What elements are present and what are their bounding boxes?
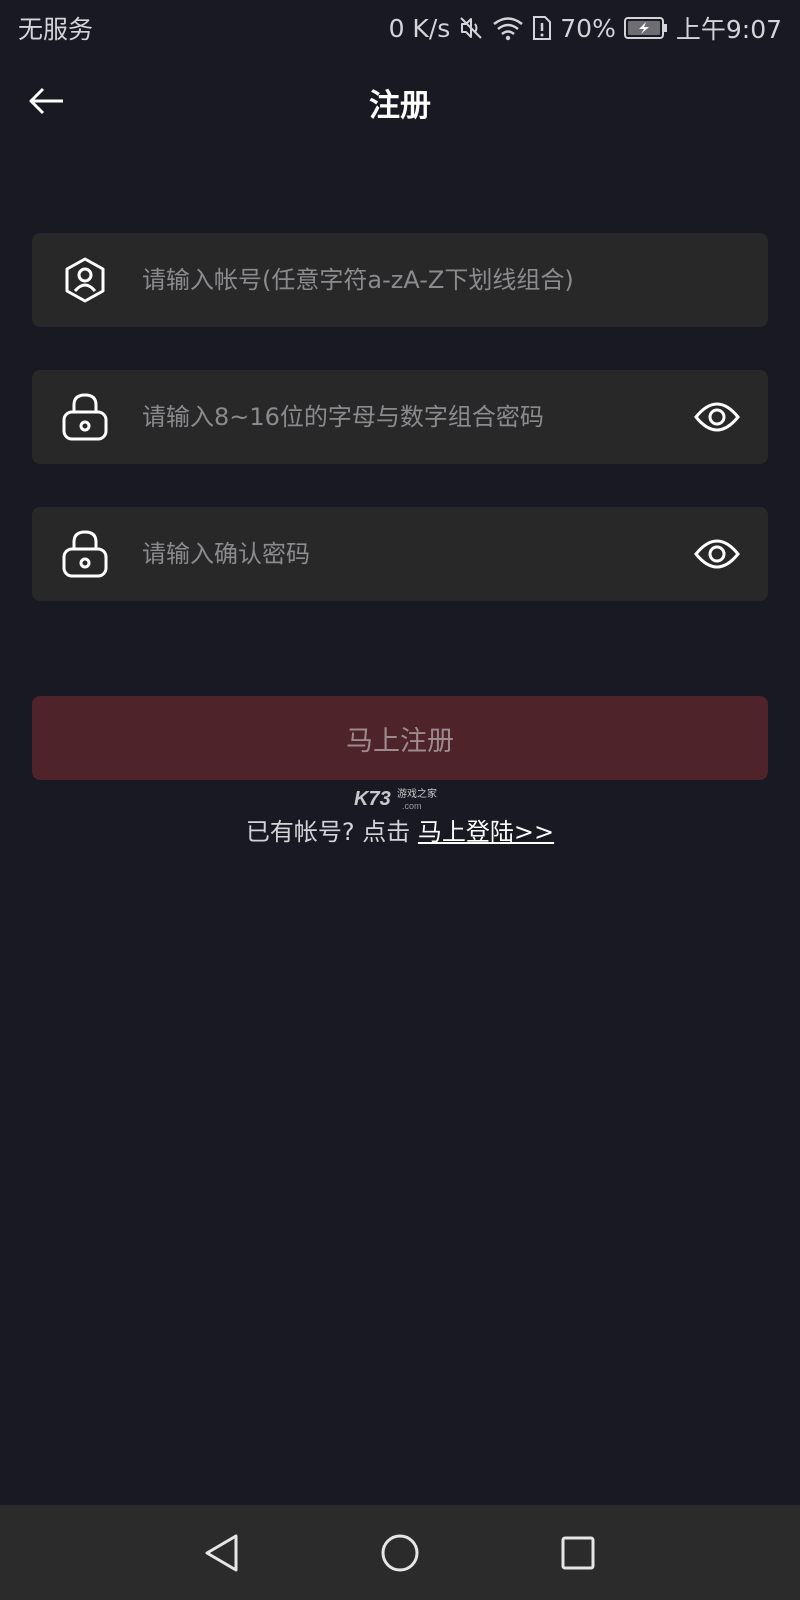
eye-icon: [694, 539, 740, 569]
battery-percent: 70%: [560, 13, 616, 43]
svg-text:.com: .com: [402, 801, 422, 811]
confirm-password-visibility-toggle[interactable]: [692, 529, 742, 579]
sim-alert-icon: [532, 15, 552, 41]
lock-icon: [60, 392, 110, 442]
carrier-label: 无服务: [18, 15, 94, 44]
battery-charging-icon: [623, 16, 668, 40]
confirm-password-field: [32, 507, 768, 601]
lock-icon: [60, 529, 110, 579]
nav-recents-icon: [561, 1536, 595, 1570]
nav-home-icon: [381, 1534, 419, 1572]
status-bar: 无服务 0 K/s 70% 上午9:07: [0, 0, 800, 56]
svg-text:游戏之家: 游戏之家: [397, 787, 437, 800]
page-title: 注册: [369, 88, 431, 124]
password-field: [32, 370, 768, 464]
nav-back-button[interactable]: [196, 1527, 248, 1579]
nav-recents-button[interactable]: [552, 1527, 604, 1579]
top-bar: 注册: [0, 56, 800, 146]
password-input[interactable]: [142, 370, 668, 464]
account-input[interactable]: [142, 233, 744, 327]
login-prompt-text: 已有帐号? 点击: [245, 818, 418, 846]
login-link[interactable]: 马上登陆>>: [418, 818, 554, 846]
confirm-password-input[interactable]: [142, 507, 668, 601]
login-prompt: 已有帐号? 点击 马上登陆>>: [0, 812, 800, 847]
eye-icon: [694, 402, 740, 432]
account-field: [32, 233, 768, 327]
net-speed: 0 K/s: [388, 13, 451, 43]
password-visibility-toggle[interactable]: [692, 392, 742, 442]
wifi-icon: [492, 15, 524, 41]
k73-watermark-logo: K73 游戏之家 .com: [352, 786, 452, 812]
system-nav-bar: [0, 1505, 800, 1600]
register-screen: 无服务 0 K/s 70% 上午9:07 注册 请输入帐号(任意字符a-zA-Z…: [0, 0, 800, 1600]
clock: 上午9:07: [675, 15, 782, 44]
register-button[interactable]: 马上注册: [32, 696, 768, 780]
svg-text:K73: K73: [354, 788, 391, 810]
nav-home-button[interactable]: [374, 1527, 426, 1579]
user-shield-icon: [60, 255, 110, 305]
nav-back-icon: [205, 1534, 238, 1572]
mute-icon: [458, 15, 484, 41]
